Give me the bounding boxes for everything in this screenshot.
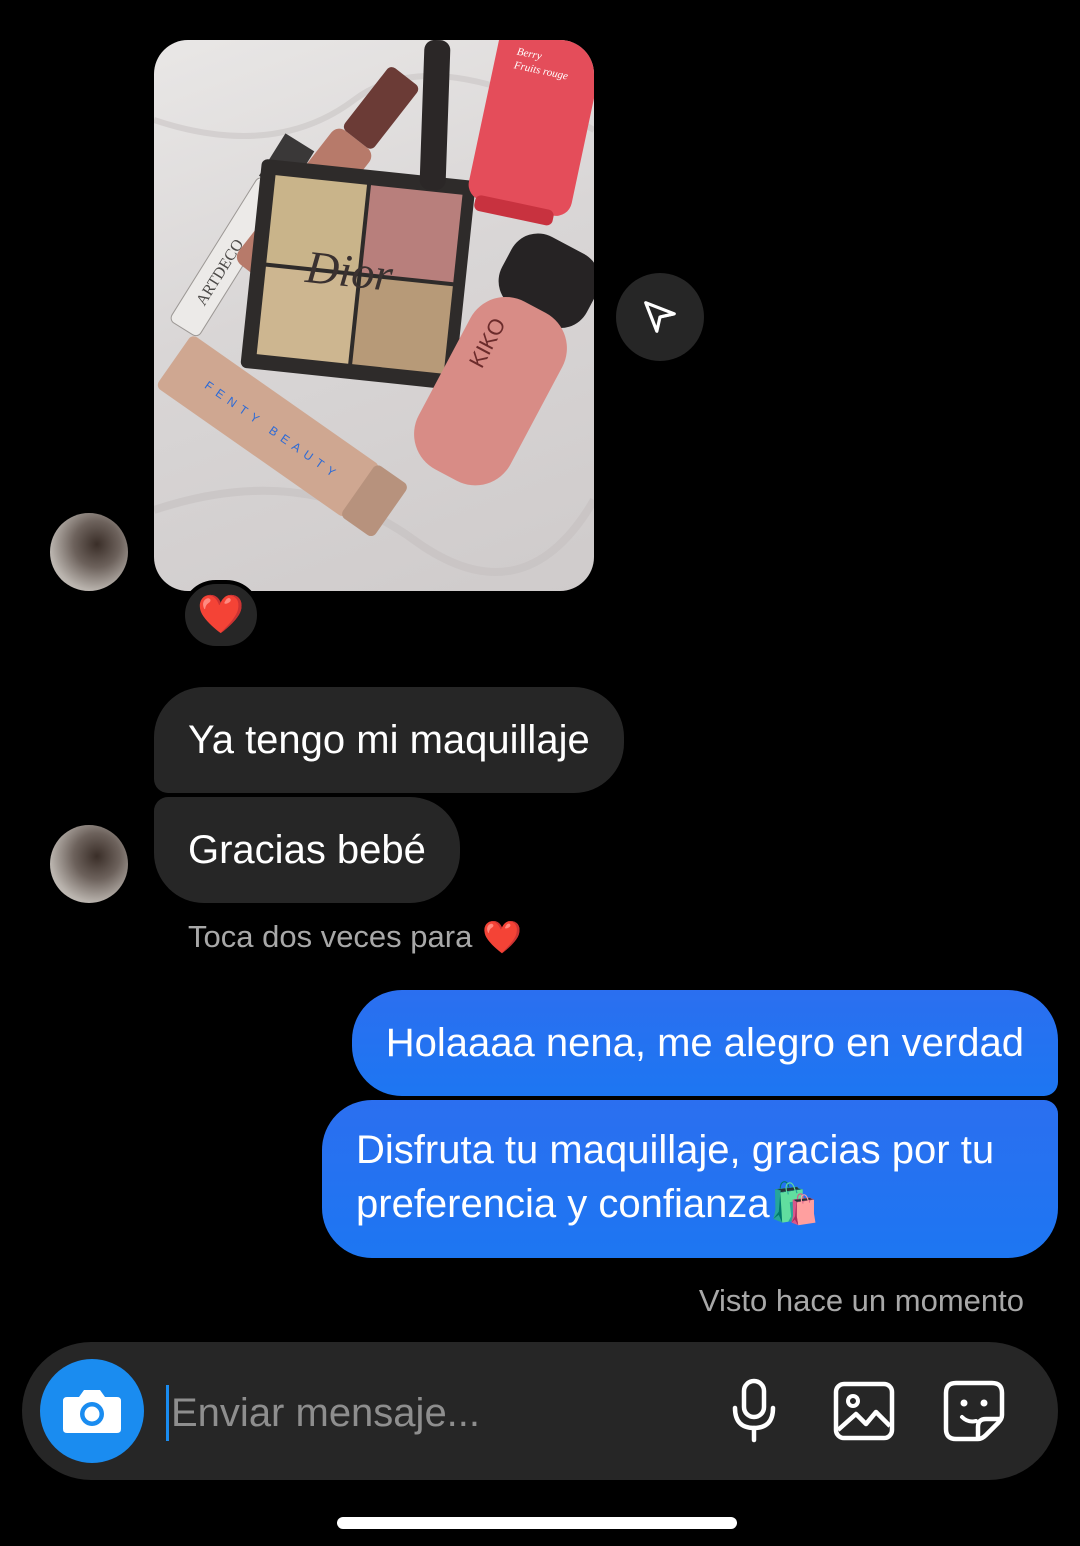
gallery-button[interactable]: [828, 1375, 900, 1447]
double-tap-hint: Toca dos veces para ❤️: [188, 918, 522, 956]
sticker-button[interactable]: [938, 1375, 1010, 1447]
message-text: Disfruta tu maquillaje, gracias por tu p…: [356, 1128, 995, 1226]
avatar[interactable]: [50, 825, 128, 903]
message-text: Ya tengo mi maquillaje: [188, 718, 590, 762]
incoming-message[interactable]: Gracias bebé: [154, 797, 460, 903]
outgoing-message[interactable]: Holaaaa nena, me alegro en verdad: [351, 990, 1058, 1096]
share-button[interactable]: [616, 273, 704, 361]
send-arrow-icon: [644, 301, 676, 333]
message-input[interactable]: [166, 1385, 691, 1441]
microphone-button[interactable]: [718, 1375, 790, 1447]
dior-label: Dior: [302, 241, 396, 301]
seen-status: Visto hace un momento: [698, 1283, 1024, 1318]
avatar[interactable]: [50, 513, 128, 591]
sticker-icon: [943, 1380, 1005, 1442]
microphone-icon: [732, 1378, 776, 1443]
incoming-message[interactable]: Ya tengo mi maquillaje: [154, 687, 624, 793]
camera-button[interactable]: [40, 1359, 144, 1463]
hint-text: Toca dos veces para: [188, 919, 473, 954]
home-indicator[interactable]: [337, 1517, 737, 1529]
heart-icon: ❤️: [482, 919, 523, 955]
message-text: Holaaaa nena, me alegro en verdad: [385, 1021, 1024, 1065]
heart-icon: ❤️: [197, 594, 245, 636]
shared-photo-message[interactable]: ARTDECO Dior Berry Fruits rouge FENTY BE…: [154, 40, 594, 591]
heart-reaction[interactable]: ❤️: [181, 580, 261, 650]
message-text: Gracias bebé: [188, 828, 426, 872]
makeup-photo: ARTDECO Dior Berry Fruits rouge FENTY BE…: [154, 40, 594, 576]
outgoing-message[interactable]: Disfruta tu maquillaje, gracias por tu p…: [322, 1100, 1058, 1258]
gallery-icon: [833, 1381, 895, 1441]
camera-icon: [63, 1390, 121, 1433]
